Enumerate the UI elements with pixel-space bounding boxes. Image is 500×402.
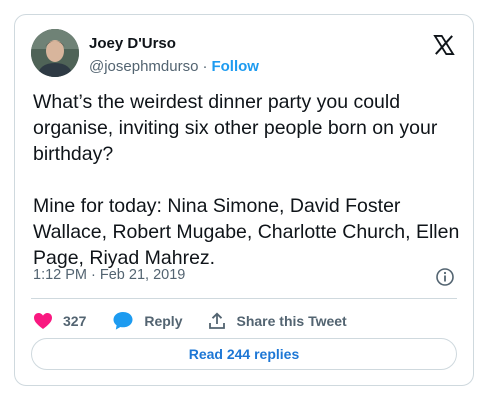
info-icon[interactable] <box>435 267 455 287</box>
share-upload-icon <box>209 312 226 329</box>
heart-icon <box>34 313 52 329</box>
tweet-actions: 327 Reply Share this Tweet <box>33 309 373 333</box>
author-handle[interactable]: @josephmdurso <box>89 58 198 75</box>
like-count: 327 <box>63 313 87 329</box>
author-handle-row: @josephmdurso · Follow <box>89 58 259 75</box>
tweet-timestamp[interactable]: 1:12 PM · Feb 21, 2019 <box>33 267 185 283</box>
follow-button[interactable]: Follow <box>211 58 259 75</box>
read-replies-button[interactable]: Read 244 replies <box>31 338 457 370</box>
share-label: Share this Tweet <box>236 313 347 329</box>
like-button[interactable]: 327 <box>33 312 86 330</box>
reply-button[interactable]: Reply <box>112 311 182 331</box>
tweet-card: Joey D'Urso @josephmdurso · Follow What’s … <box>14 14 474 386</box>
avatar[interactable] <box>31 29 79 77</box>
speech-bubble-icon <box>113 312 133 330</box>
divider <box>31 298 457 299</box>
x-logo-icon[interactable] <box>433 35 455 55</box>
reply-label: Reply <box>144 313 183 329</box>
share-button[interactable]: Share this Tweet <box>208 312 347 330</box>
tweet-text: What’s the weirdest dinner party you cou… <box>33 91 460 269</box>
author-name[interactable]: Joey D'Urso <box>89 35 176 52</box>
separator-dot: · <box>202 58 208 75</box>
